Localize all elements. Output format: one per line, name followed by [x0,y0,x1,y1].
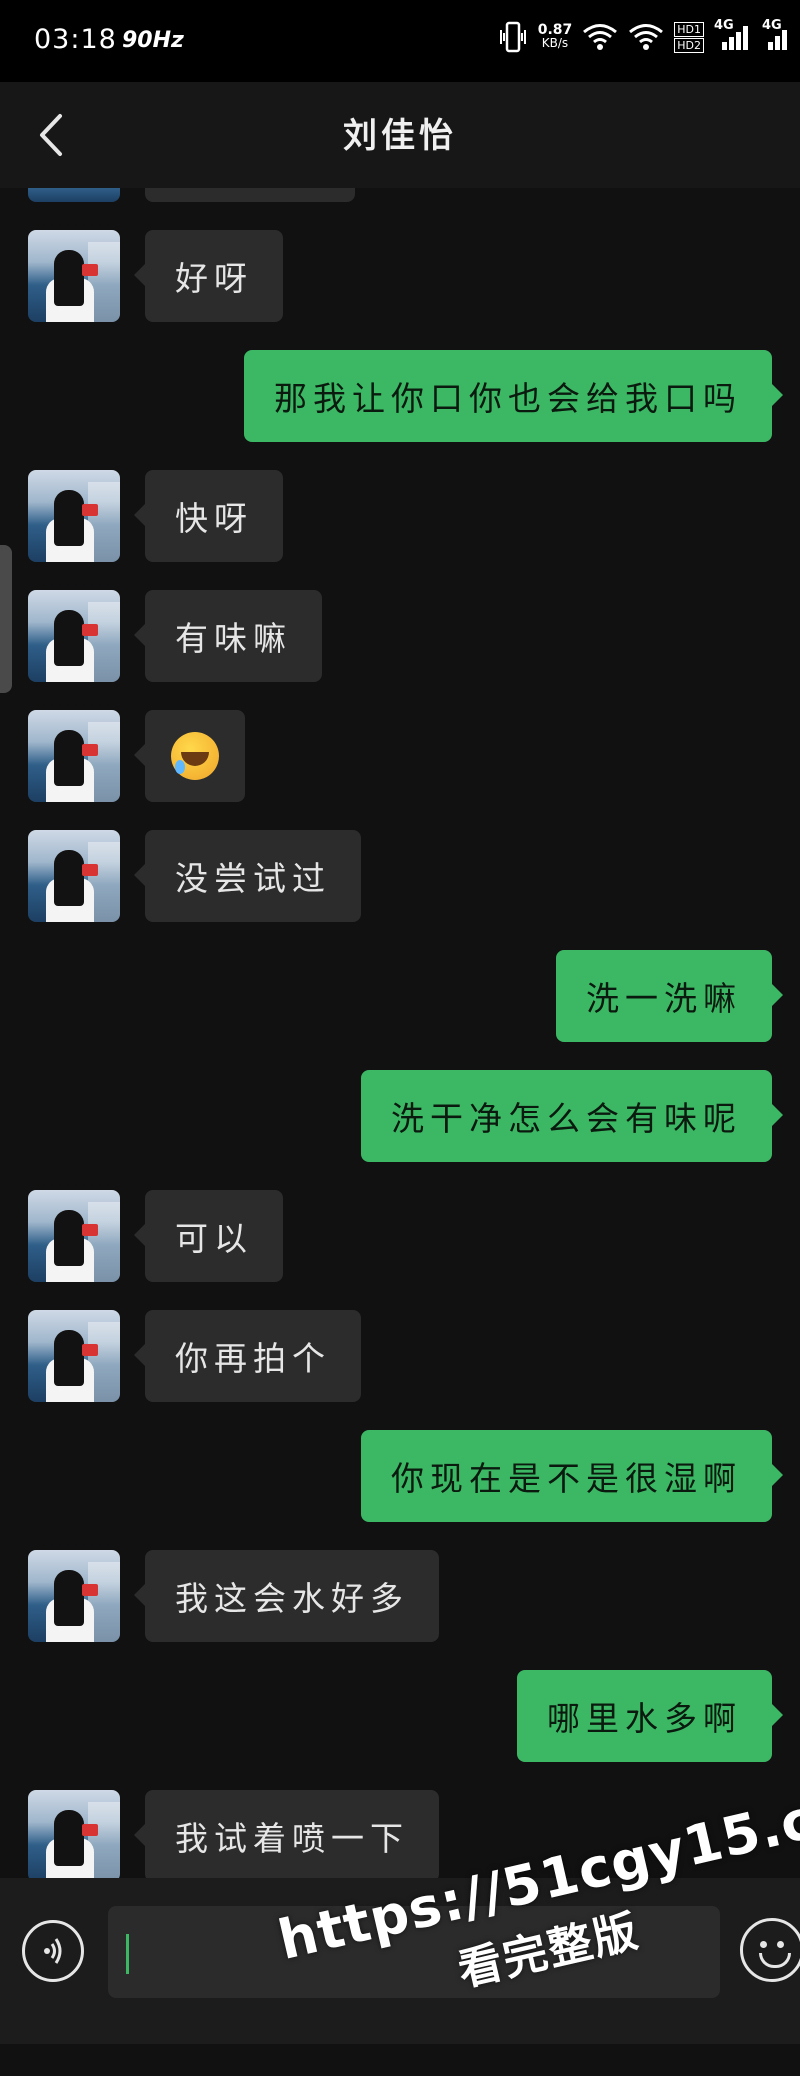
message-row: 洗干净怎么会有味呢 [0,1070,800,1162]
text-caret [126,1934,129,1974]
emoji-icon-eye-left [760,1941,767,1948]
message-row: 我试着喷一下 [0,1790,800,1878]
avatar[interactable] [28,590,120,682]
message-bubble[interactable]: 哪里水多啊 [517,1670,783,1762]
emoji-button[interactable] [740,1918,800,1982]
network-speed: 0.87 KB/s [537,22,573,50]
message-row: 好呀 [0,230,800,322]
emoji-icon-smile [759,1953,791,1968]
message-row: 快呀 [0,470,800,562]
avatar[interactable] [28,1550,120,1642]
signal-icon-2 [768,30,787,50]
message-bubble-partial [145,188,355,202]
message-bubble[interactable]: 你现在是不是很湿啊 [361,1430,783,1522]
avatar[interactable] [28,710,120,802]
emoji-icon-eye-right [777,1941,784,1948]
message-row: 你再拍个 [0,1310,800,1402]
status-icons: 0.87 KB/s HD1 HD2 4G 4G [498,18,792,54]
message-row: 洗一洗嘛 [0,950,800,1042]
message-list[interactable]: 好呀 那我让你口你也会给我口吗 快呀 有味嘛 没尝试过 洗一洗嘛 洗干净怎么会有… [0,188,800,1878]
message-row: 我这会水好多 [0,1550,800,1642]
signal-2: 4G [762,18,792,52]
status-bar: 03:18 90Hz 0.87 KB/s HD1 HD2 4G 4G [0,0,800,82]
message-bubble[interactable]: 没尝试过 [134,830,361,922]
avatar[interactable] [28,830,120,922]
message-row: 你现在是不是很湿啊 [0,1430,800,1522]
message-row: 没尝试过 [0,830,800,922]
message-bubble[interactable]: 快呀 [134,470,283,562]
vibrate-icon [499,21,526,53]
voice-button[interactable] [22,1920,84,1982]
message-row: 那我让你口你也会给我口吗 [0,350,800,442]
message-bubble[interactable]: 洗一洗嘛 [556,950,783,1042]
message-row: 有味嘛 [0,590,800,682]
message-bubble[interactable]: 你再拍个 [134,1310,361,1402]
refresh-rate: 90Hz [122,28,184,53]
wifi-icon [583,24,618,50]
avatar[interactable] [28,1310,120,1402]
signal-1: 4G [714,18,752,52]
page-title: 刘佳怡 [343,116,457,156]
message-bubble[interactable]: 好呀 [134,230,283,322]
message-bubble[interactable]: 可以 [134,1190,283,1282]
message-bubble[interactable]: 我这会水好多 [134,1550,439,1642]
message-bubble-emoji[interactable] [134,710,245,802]
hd-badges: HD1 HD2 [674,21,704,53]
message-row: 可以 [0,1190,800,1282]
chat-header: 刘佳怡 [0,82,800,188]
signal-icon [722,26,748,50]
status-time: 03:18 [34,24,117,55]
crying-laughing-emoji-icon [171,732,219,780]
message-row [0,710,800,802]
avatar[interactable] [28,470,120,562]
voice-icon [44,1938,62,1964]
avatar[interactable] [28,188,120,202]
avatar[interactable] [28,230,120,322]
message-row: 哪里水多啊 [0,1670,800,1762]
message-bubble[interactable]: 有味嘛 [134,590,322,682]
wifi-icon-2 [629,24,664,50]
avatar[interactable] [28,1790,120,1878]
input-bar [0,1878,800,2044]
message-bubble[interactable]: 洗干净怎么会有味呢 [361,1070,783,1162]
message-input[interactable] [108,1906,720,1998]
message-bubble[interactable]: 我试着喷一下 [134,1790,439,1878]
message-bubble[interactable]: 那我让你口你也会给我口吗 [244,350,783,442]
avatar[interactable] [28,1190,120,1282]
